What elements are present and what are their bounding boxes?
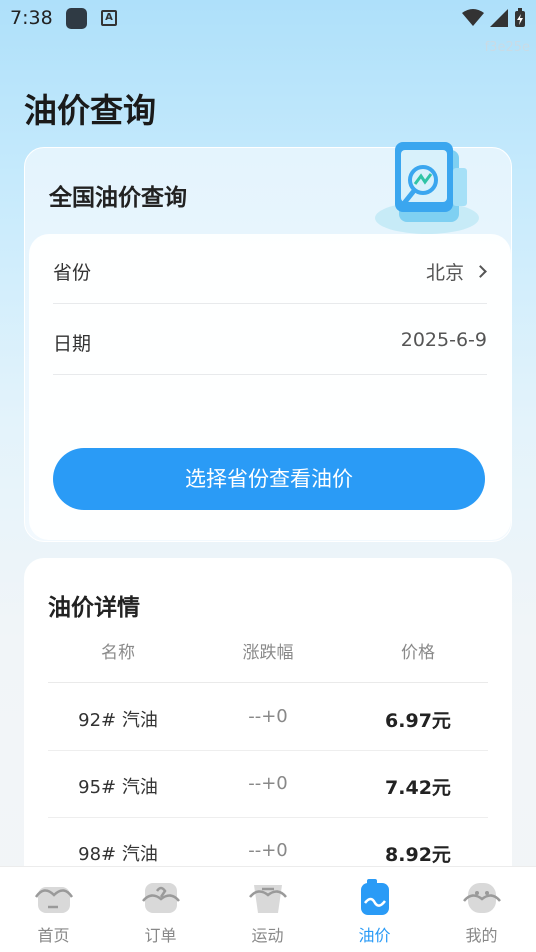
oil-price-icon [361, 879, 389, 915]
date-value: 2025-6-9 [400, 329, 487, 351]
keyboard-a-icon: A [101, 10, 117, 26]
header-price: 价格 [401, 643, 435, 663]
sport-icon [249, 885, 287, 913]
date-row: 日期 2025-6-9 [53, 305, 487, 375]
tab-orders[interactable]: 订单 [107, 867, 214, 952]
detail-title: 油价详情 [48, 595, 140, 621]
app-notification-icon [66, 8, 87, 29]
status-indicators [462, 8, 526, 28]
province-row[interactable]: 省份 北京 [53, 234, 487, 304]
price-detail-card: 油价详情 名称 涨跌幅 价格 92# 汽油 --+0 6.97元 95# 汽油 … [24, 558, 512, 898]
tab-label: 首页 [37, 926, 70, 945]
header-name: 名称 [101, 643, 135, 663]
select-province-button[interactable]: 选择省份查看油价 [53, 448, 485, 510]
home-icon [34, 887, 74, 913]
tab-label: 订单 [144, 926, 177, 945]
fuel-name: 92# 汽油 [78, 710, 158, 731]
fuel-price: 8.92元 [385, 844, 451, 866]
fuel-name: 95# 汽油 [78, 777, 158, 798]
query-card-title: 全国油价查询 [49, 185, 187, 211]
tab-oil-price[interactable]: 油价 [321, 867, 428, 952]
fuel-change: --+0 [248, 706, 288, 727]
bottom-tab-bar: 首页 订单 运动 油价 我的 [0, 866, 536, 952]
page-title: 油价查询 [24, 91, 156, 130]
tab-label: 我的 [465, 926, 498, 945]
header-divider [48, 682, 488, 683]
tab-label: 运动 [251, 926, 284, 945]
profile-icon [463, 883, 501, 913]
province-value-text: 北京 [425, 262, 464, 284]
battery-icon [515, 8, 525, 27]
tab-home[interactable]: 首页 [0, 867, 107, 952]
oil-chart-illustration-icon [375, 142, 479, 234]
tab-profile[interactable]: 我的 [428, 867, 535, 952]
fuel-change: --+0 [248, 840, 288, 861]
header-change: 涨跌幅 [242, 643, 294, 663]
order-icon [142, 883, 180, 913]
query-card: 全国油价查询 省份 北京 日期 2025-6-9 选择省份查看油价 [24, 142, 512, 542]
fuel-price: 7.42元 [385, 777, 451, 799]
status-bar: 7:38 A [0, 0, 536, 38]
wifi-icon [462, 9, 484, 26]
table-row: 95# 汽油 --+0 7.42元 [48, 751, 488, 818]
province-value[interactable]: 北京 [426, 258, 487, 285]
status-time: 7:38 [10, 7, 53, 29]
fuel-change: --+0 [248, 773, 288, 794]
fuel-price: 6.97元 [385, 710, 451, 732]
chevron-right-icon [474, 265, 487, 278]
table-row: 92# 汽油 --+0 6.97元 [48, 684, 488, 751]
signal-icon [490, 9, 508, 27]
province-label: 省份 [53, 262, 92, 284]
query-form: 省份 北京 日期 2025-6-9 选择省份查看油价 [29, 234, 511, 540]
build-hash: f3e25e [484, 40, 530, 55]
fuel-name: 98# 汽油 [78, 844, 158, 865]
date-label: 日期 [53, 333, 92, 355]
tab-label: 油价 [358, 926, 391, 945]
tab-sport[interactable]: 运动 [214, 867, 321, 952]
